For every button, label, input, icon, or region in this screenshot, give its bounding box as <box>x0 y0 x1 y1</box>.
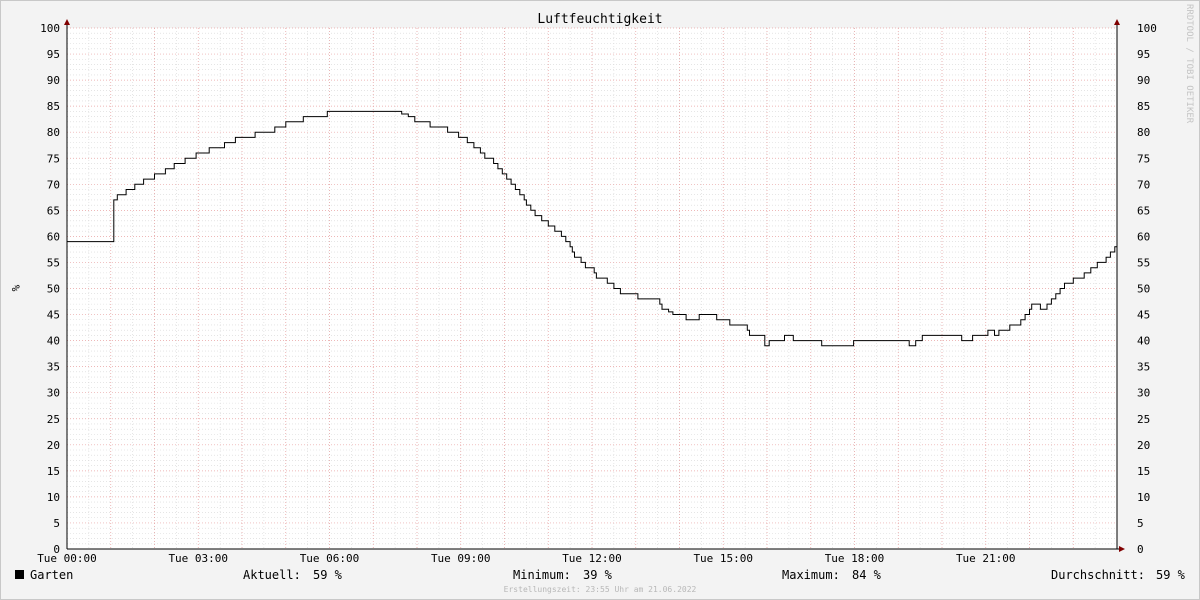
legend-label: Garten <box>30 568 73 582</box>
watermark: RRDTOOL / TOBI OETIKER <box>1184 4 1194 124</box>
footer-timestamp: Erstellungszeit: 23:55 Uhr am 21.06.2022 <box>504 585 697 594</box>
stat-min-value: 39 % <box>583 568 613 582</box>
y-tick-label: 50 <box>1137 283 1150 296</box>
y-tick-label: 25 <box>1137 413 1150 426</box>
y-tick-labels-left: 0510152025303540455055606570758085909510… <box>40 22 60 556</box>
y-axis-label-left: % <box>9 285 22 292</box>
y-tick-label: 85 <box>1137 100 1150 113</box>
stat-max-value: 84 % <box>852 568 882 582</box>
y-tick-label: 30 <box>1137 387 1150 400</box>
y-tick-label: 80 <box>47 126 60 139</box>
y-tick-label: 5 <box>1137 517 1144 530</box>
y-tick-label: 20 <box>1137 439 1150 452</box>
x-tick-label: Tue 21:00 <box>956 552 1016 565</box>
stat-avg-label: Durchschnitt: <box>1051 568 1145 582</box>
y-tick-label: 60 <box>1137 230 1150 243</box>
x-tick-label: Tue 03:00 <box>168 552 228 565</box>
stat-current-value: 59 % <box>313 568 343 582</box>
chart-title: Luftfeuchtigkeit <box>537 12 662 27</box>
y-tick-label: 55 <box>47 256 60 269</box>
y-tick-label: 55 <box>1137 256 1150 269</box>
x-tick-label: Tue 09:00 <box>431 552 491 565</box>
y-tick-label: 45 <box>47 309 60 322</box>
y-tick-label: 65 <box>1137 204 1150 217</box>
y-tick-label: 20 <box>47 439 60 452</box>
y-tick-label: 65 <box>47 204 60 217</box>
y-tick-label: 40 <box>1137 335 1150 348</box>
y-tick-label: 35 <box>47 361 60 374</box>
y-tick-label: 90 <box>47 74 60 87</box>
x-tick-label: Tue 06:00 <box>300 552 360 565</box>
x-tick-label: Tue 18:00 <box>825 552 885 565</box>
stat-current-label: Aktuell: <box>243 568 301 582</box>
y-tick-label: 25 <box>47 413 60 426</box>
y-tick-label: 45 <box>1137 309 1150 322</box>
y-axis-arrow-left <box>64 19 70 25</box>
y-tick-label: 100 <box>40 22 60 35</box>
y-tick-label: 75 <box>1137 152 1150 165</box>
y-axis-arrow-right <box>1114 19 1120 25</box>
stat-max-label: Maximum: <box>782 568 840 582</box>
x-tick-labels: Tue 00:00 Tue 03:00 Tue 06:00 Tue 09:00 Tue … <box>37 552 1015 565</box>
y-tick-labels-right: 0 5 10 15 20 25 30 35 40 45 50 55 60 65 70 75 80 85 90 95 10… <box>1137 22 1157 556</box>
y-tick-label: 75 <box>47 152 60 165</box>
y-tick-label: 100 <box>1137 22 1157 35</box>
stat-avg-value: 59 % <box>1156 568 1186 582</box>
y-tick-label: 80 <box>1137 126 1150 139</box>
legend-swatch <box>15 570 24 579</box>
y-tick-label: 50 <box>47 283 60 296</box>
y-tick-label: 10 <box>47 491 60 504</box>
x-tick-label: Tue 12:00 <box>562 552 622 565</box>
x-tick-label: Tue 15:00 <box>693 552 753 565</box>
y-tick-label: 15 <box>47 465 60 478</box>
y-tick-label: 30 <box>47 387 60 400</box>
x-axis-arrow <box>1119 546 1125 552</box>
y-tick-label: 70 <box>47 178 60 191</box>
chart-svg: 0 5 10 15 20 25 30 35 40 45 50 55 60 65 70 75 80 85 90 95 10… <box>9 4 1194 594</box>
y-tick-label: 90 <box>1137 74 1150 87</box>
y-tick-label: 40 <box>47 335 60 348</box>
y-tick-label: 95 <box>47 48 60 61</box>
y-tick-label: 5 <box>53 517 60 530</box>
stat-min-label: Minimum: <box>513 568 571 582</box>
chart-container: 0 5 10 15 20 25 30 35 40 45 50 55 60 65 70 75 80 85 90 95 10… <box>0 0 1200 600</box>
y-tick-label: 10 <box>1137 491 1150 504</box>
y-tick-label: 95 <box>1137 48 1150 61</box>
y-tick-label: 60 <box>47 230 60 243</box>
y-tick-label: 15 <box>1137 465 1150 478</box>
x-tick-label: Tue 00:00 <box>37 552 97 565</box>
y-tick-label: 0 <box>1137 543 1144 556</box>
y-tick-label: 70 <box>1137 178 1150 191</box>
y-tick-label: 85 <box>47 100 60 113</box>
y-tick-label: 35 <box>1137 361 1150 374</box>
